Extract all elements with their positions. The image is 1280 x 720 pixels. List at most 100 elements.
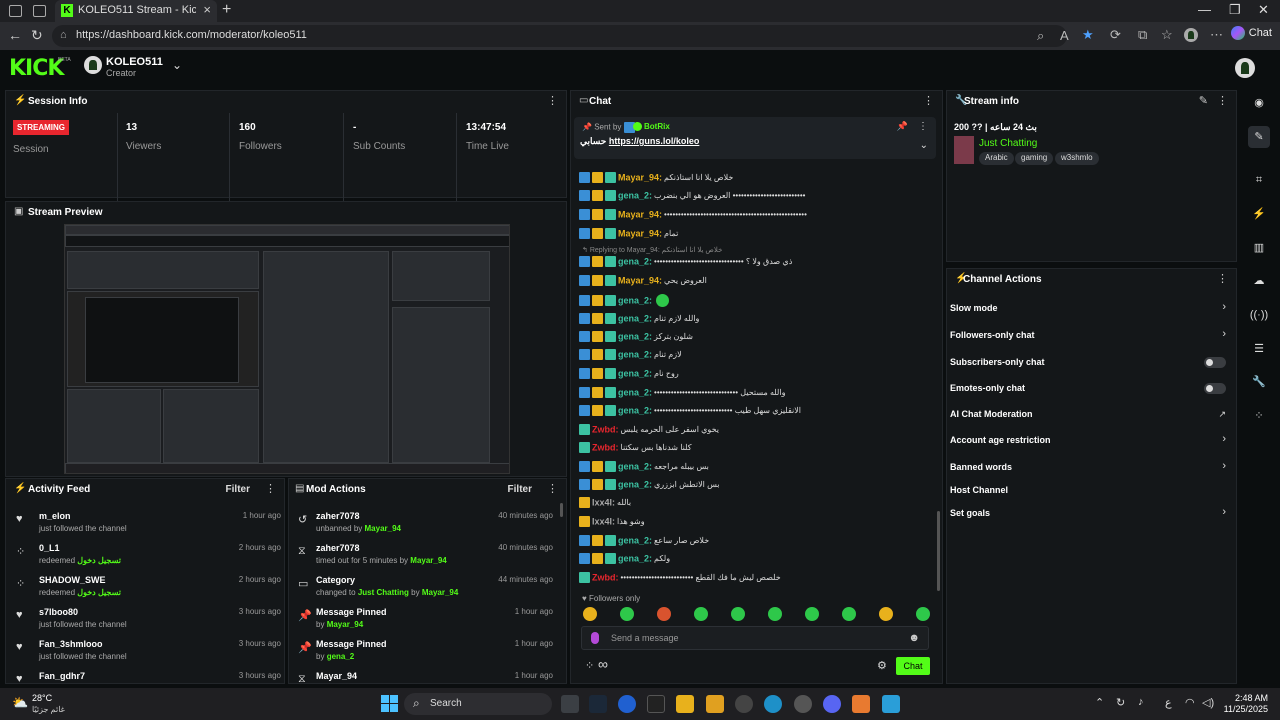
- chat-message[interactable]: gena_2: روح نام: [579, 368, 929, 386]
- chat-icon[interactable]: ☁: [1248, 270, 1270, 292]
- restore-icon[interactable]: ❐: [1229, 2, 1241, 18]
- edit-icon[interactable]: ✎: [1248, 126, 1270, 148]
- emote-icon[interactable]: [657, 607, 671, 621]
- network-sync-icon[interactable]: ↻: [1116, 696, 1125, 709]
- new-tab-icon[interactable]: +: [222, 1, 231, 19]
- broadcast-icon[interactable]: ((·)): [1248, 304, 1270, 326]
- system-clock[interactable]: 2:48 AM 11/25/2025: [1224, 693, 1268, 715]
- channel-action-banned-words[interactable]: Banned words ›: [950, 459, 1230, 479]
- split-screen-icon[interactable]: ⧉: [1138, 27, 1147, 43]
- refresh-icon[interactable]: ↻: [31, 27, 43, 44]
- task-view-icon[interactable]: [561, 695, 579, 713]
- tag-chip[interactable]: Arabic: [979, 152, 1014, 165]
- kebab-menu-icon[interactable]: ⋮: [1217, 94, 1228, 107]
- app-icon[interactable]: [706, 695, 724, 713]
- chat-message[interactable]: gena_2: العروض هو الي بنضرب •••••••••••••…: [579, 190, 929, 208]
- close-tab-icon[interactable]: ×: [203, 2, 211, 17]
- app-icon[interactable]: [852, 695, 870, 713]
- mod-action-item[interactable]: ⧖ zaher7078 timed out for 5 minutes by May…: [289, 539, 561, 571]
- chat-message[interactable]: gena_2: خلاص صار ساعع: [579, 535, 929, 553]
- emote-icon[interactable]: [694, 607, 708, 621]
- settings-icon[interactable]: [794, 695, 812, 713]
- mod-filter-button[interactable]: Filter: [508, 484, 532, 495]
- language-indicator[interactable]: ع: [1165, 696, 1172, 709]
- app-icon[interactable]: [882, 695, 900, 713]
- close-window-icon[interactable]: ✕: [1258, 2, 1269, 18]
- kick-logo[interactable]: KICK: [9, 56, 64, 81]
- windows-start-icon[interactable]: [381, 695, 398, 712]
- settings-gear-icon[interactable]: ⚙: [877, 659, 887, 672]
- toggle-switch[interactable]: [1204, 357, 1226, 368]
- chat-message[interactable]: gena_2: بس بيبله مراجعه: [579, 461, 929, 479]
- user-avatar[interactable]: [1235, 58, 1255, 78]
- workspaces-icon[interactable]: [9, 5, 22, 17]
- send-chat-button[interactable]: Chat: [896, 657, 930, 675]
- kebab-menu-icon[interactable]: ⋮: [265, 482, 276, 495]
- chevron-down-icon[interactable]: ⌄: [172, 58, 182, 72]
- chat-message[interactable]: gena_2: لازم تنام: [579, 349, 929, 367]
- activity-item[interactable]: ⁘ 0_L1 redeemed تسجيل دخول 2 hours ago: [6, 539, 284, 571]
- mod-action-item[interactable]: ↺ zaher7078 unbanned by Mayar_94 40 minutes…: [289, 507, 561, 539]
- scrollbar[interactable]: [560, 503, 563, 517]
- channel-action-subscribers-only-chat[interactable]: Subscribers-only chat: [950, 354, 1230, 374]
- chat-message[interactable]: Zwbd: كلنا شدناها بس سكتنا: [579, 442, 929, 460]
- chat-message[interactable]: Mayar_94: خلاص يلا انا استاذنكم: [579, 172, 929, 190]
- edge-browser-icon[interactable]: [764, 695, 782, 713]
- chevron-down-icon[interactable]: ⌄: [920, 140, 928, 151]
- mod-action-item[interactable]: 📌 Message Pinned by gena_2 1 hour ago: [289, 635, 561, 667]
- channel-action-account-age-restriction[interactable]: Account age restriction ›: [950, 432, 1230, 452]
- activity-item[interactable]: ♥ m_elon just followed the channel 1 hour a…: [6, 507, 284, 539]
- chat-message[interactable]: gena_2: •••••••••••••••••••••••••••••••• …: [579, 256, 929, 274]
- app-icon[interactable]: [618, 695, 636, 713]
- mod-action-item[interactable]: ▭ Category changed to Just Chatting by May…: [289, 571, 561, 603]
- channel-action-emotes-only-chat[interactable]: Emotes-only chat: [950, 380, 1230, 400]
- zoom-icon[interactable]: ⌕: [1037, 28, 1044, 44]
- channel-action-followers-only-chat[interactable]: Followers-only chat ›: [950, 327, 1230, 347]
- activity-item[interactable]: ♥ Fan_3shmlooo just followed the channel 3 …: [6, 635, 284, 667]
- document-icon[interactable]: ▥: [1248, 237, 1270, 259]
- discord-icon[interactable]: [823, 695, 841, 713]
- kebab-menu-icon[interactable]: ⋮: [1217, 272, 1228, 285]
- stream-category[interactable]: Just Chatting: [979, 138, 1037, 149]
- emote-icon[interactable]: [583, 607, 597, 621]
- activity-item[interactable]: ⁘ SHADOW_SWE redeemed تسجيل دخول 2 hours ag…: [6, 571, 284, 603]
- edit-pencil-icon[interactable]: ✎: [1199, 94, 1208, 107]
- lightning-icon[interactable]: ⚡: [1248, 203, 1270, 225]
- kebab-menu-icon[interactable]: ⋮: [918, 121, 928, 132]
- emote-icon[interactable]: [731, 607, 745, 621]
- chat-scrollbar[interactable]: [937, 511, 940, 591]
- extensions-icon[interactable]: ⟳: [1110, 27, 1121, 43]
- app-icon[interactable]: [735, 695, 753, 713]
- layout-icon[interactable]: ☰: [1248, 338, 1270, 360]
- chat-message[interactable]: gena_2: •••••••••••••••••••••••••••• الان…: [579, 405, 929, 423]
- taskbar-search[interactable]: ⌕ Search: [404, 693, 552, 715]
- activity-item[interactable]: ♥ s7lboo80 just followed the channel 3 hour…: [6, 603, 284, 635]
- tab-actions-icon[interactable]: [33, 5, 46, 17]
- activity-item[interactable]: ♥ Fan_gdhr7 3 hours ago: [6, 667, 284, 683]
- more-options-icon[interactable]: ⋯: [1210, 27, 1223, 43]
- favorites-icon[interactable]: ☆: [1161, 27, 1173, 43]
- channel-action-host-channel[interactable]: Host Channel: [950, 482, 1230, 502]
- stream-preview-video[interactable]: [64, 224, 510, 474]
- kick-mic-icon[interactable]: [591, 632, 599, 644]
- live-status-icon[interactable]: ◉: [1248, 92, 1270, 114]
- chat-message[interactable]: Mayar_94: العروض يحي: [579, 275, 929, 293]
- send-message-input[interactable]: Send a message ☻: [581, 626, 929, 650]
- back-icon[interactable]: ←: [8, 27, 22, 43]
- kebab-menu-icon[interactable]: ⋮: [547, 94, 558, 107]
- volume-icon[interactable]: ◁): [1202, 696, 1214, 709]
- chat-message[interactable]: Zwbd: يخوي اسفر على الحرمه يلبس: [579, 424, 929, 442]
- chat-message[interactable]: Zwbd: •••••••••••••••••••••••••• خلصص ليش…: [579, 572, 929, 590]
- site-info-icon[interactable]: ⌂: [60, 29, 67, 41]
- wifi-icon[interactable]: ◠: [1185, 696, 1195, 709]
- apps-icon[interactable]: ⁘: [1248, 405, 1270, 427]
- wrench-icon[interactable]: 🔧: [1248, 371, 1270, 393]
- activity-filter-button[interactable]: Filter: [226, 484, 250, 495]
- camera-icon[interactable]: ⌗: [1248, 169, 1270, 191]
- mod-action-item[interactable]: 📌 Message Pinned by Mayar_94 1 hour ago: [289, 603, 561, 635]
- emote-icon[interactable]: [805, 607, 819, 621]
- emote-icon[interactable]: [620, 607, 634, 621]
- favorite-star-icon[interactable]: ★: [1082, 27, 1094, 43]
- chat-message[interactable]: gena_2: شلون بتركز: [579, 331, 929, 349]
- copilot-chat-button[interactable]: Chat: [1230, 26, 1272, 40]
